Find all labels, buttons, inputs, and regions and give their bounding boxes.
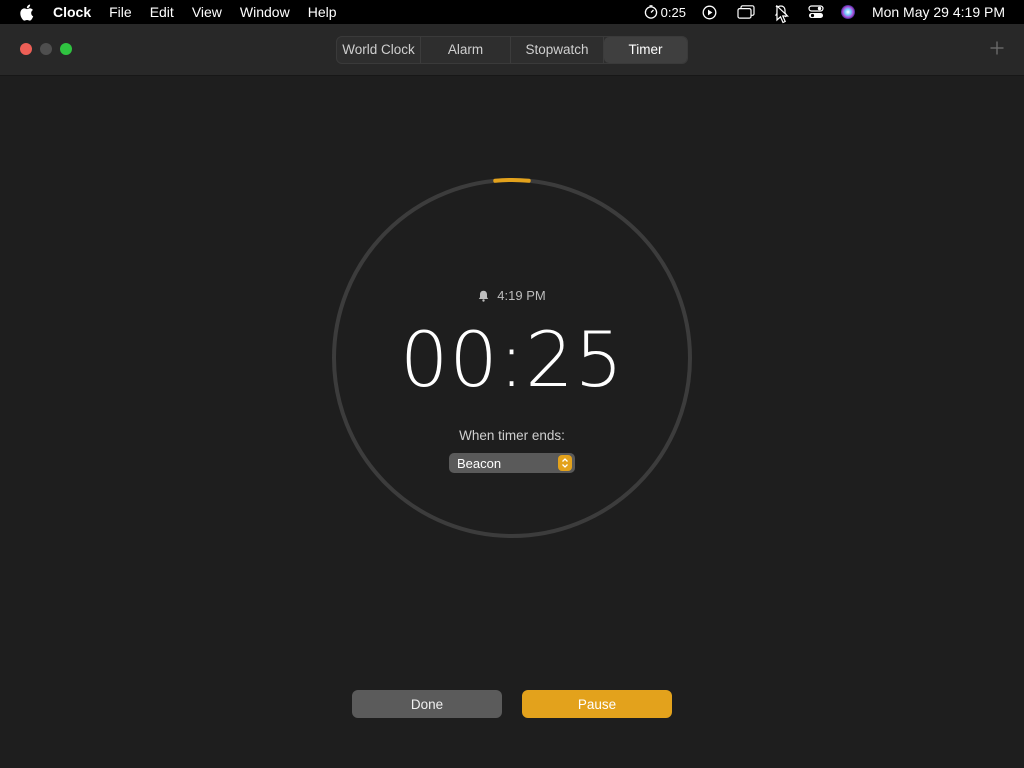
menu-window[interactable]: Window	[231, 0, 299, 24]
sound-select[interactable]: Beacon	[449, 453, 575, 473]
ring-progress-arc	[493, 178, 531, 183]
chevron-up-down-icon	[558, 455, 572, 471]
menu-app-clock[interactable]: Clock	[53, 0, 100, 24]
tab-world-clock[interactable]: World Clock	[337, 37, 421, 63]
menu-bar: Clock File Edit View Window Help 0:25 Mo…	[0, 0, 1024, 24]
tab-bar: World Clock Alarm Stopwatch Timer	[336, 36, 688, 64]
timer-icon	[644, 5, 658, 19]
tab-stopwatch[interactable]: Stopwatch	[511, 37, 604, 63]
when-timer-ends-label: When timer ends:	[459, 428, 565, 443]
apple-icon[interactable]	[19, 3, 35, 21]
menu-view[interactable]: View	[183, 0, 231, 24]
play-icon[interactable]	[702, 0, 717, 24]
alarm-time-row: 4:19 PM	[0, 288, 1024, 303]
zoom-window-button[interactable]	[60, 43, 72, 55]
menu-datetime[interactable]: Mon May 29 4:19 PM	[872, 4, 1005, 20]
pause-button[interactable]: Pause	[522, 690, 672, 718]
timer-view: 4:19 PM 00:25 When timer ends: Beacon Do…	[0, 77, 1024, 768]
bell-icon	[478, 290, 489, 302]
tab-alarm[interactable]: Alarm	[421, 37, 511, 63]
screens-icon[interactable]	[737, 0, 755, 24]
window-toolbar: World Clock Alarm Stopwatch Timer	[0, 24, 1024, 76]
status-timer-text: 0:25	[660, 4, 686, 20]
sound-select-value: Beacon	[457, 455, 502, 471]
minimize-window-button[interactable]	[40, 43, 52, 55]
control-center-icon[interactable]	[808, 0, 824, 24]
tab-timer[interactable]: Timer	[604, 37, 687, 63]
menu-edit[interactable]: Edit	[141, 0, 183, 24]
menu-help[interactable]: Help	[299, 0, 346, 24]
alarm-time-text: 4:19 PM	[497, 288, 546, 303]
status-timer[interactable]: 0:25	[644, 0, 686, 24]
menu-file[interactable]: File	[100, 0, 141, 24]
done-button[interactable]: Done	[352, 690, 502, 718]
add-icon[interactable]	[989, 40, 1005, 56]
close-window-button[interactable]	[20, 43, 32, 55]
siri-icon[interactable]	[840, 0, 856, 24]
countdown-display: 00:25	[399, 315, 625, 404]
